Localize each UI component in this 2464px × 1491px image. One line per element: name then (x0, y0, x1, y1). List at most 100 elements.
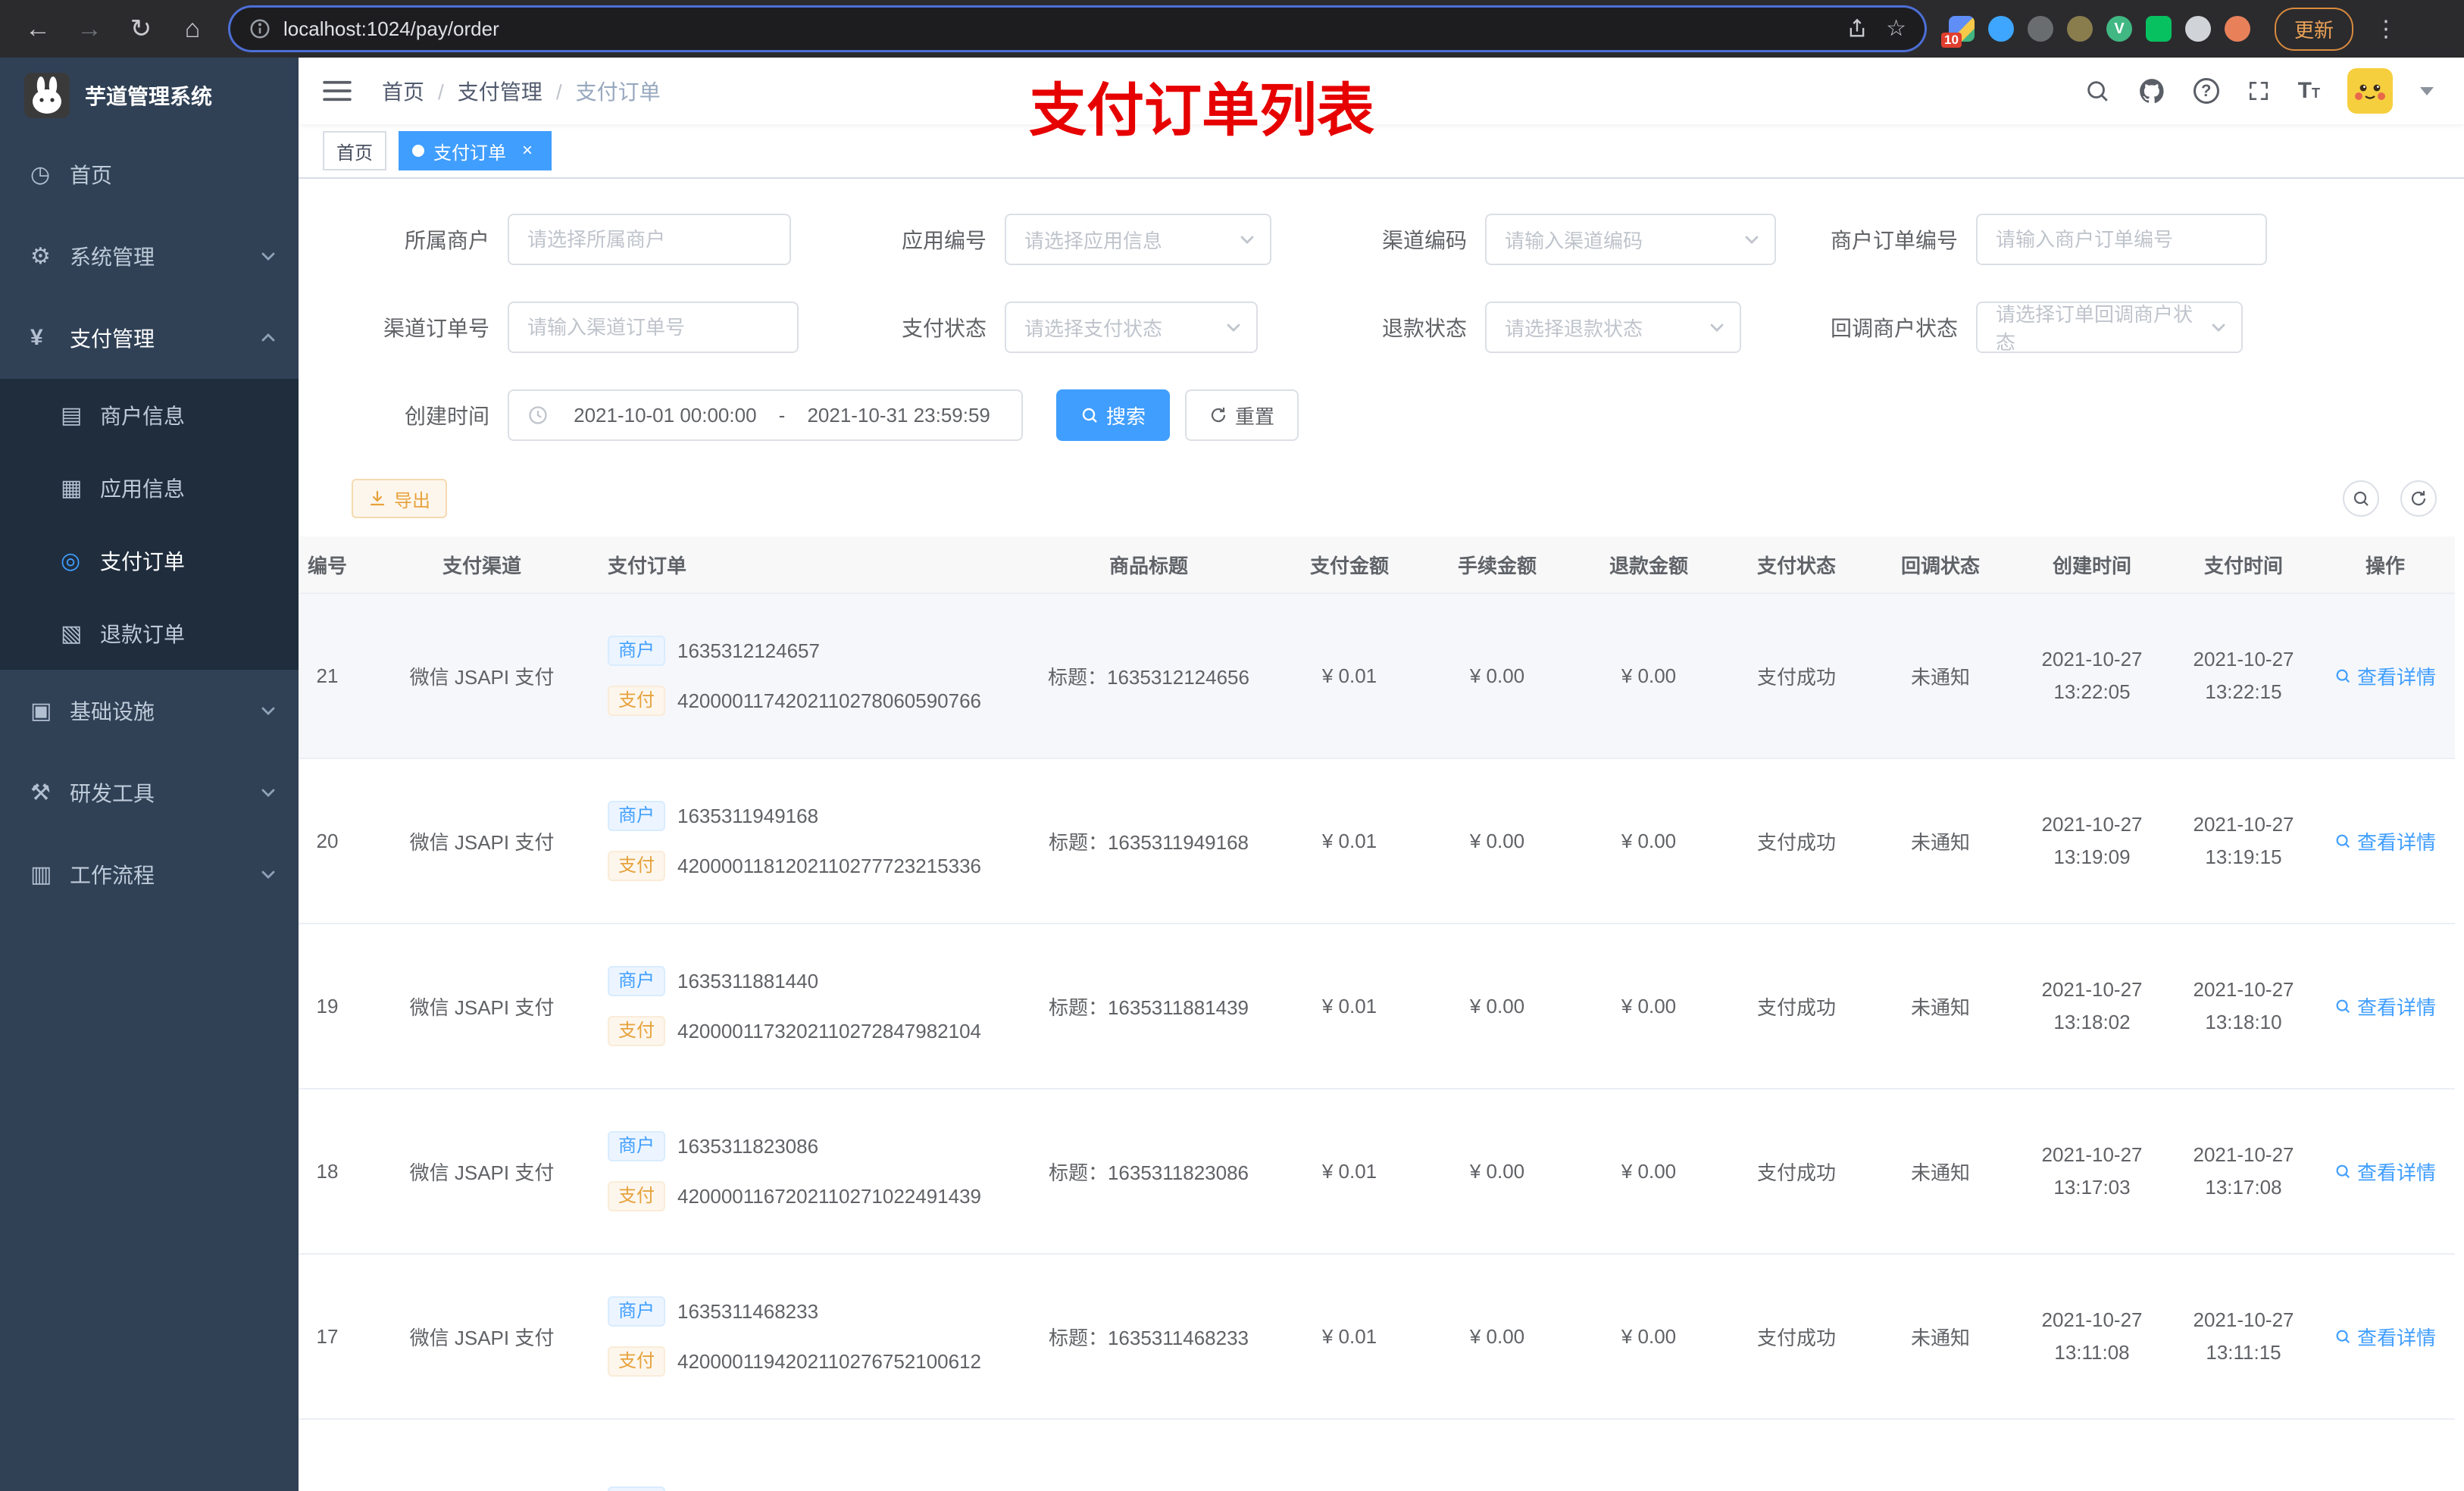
pay-tag: 支付 (608, 1181, 665, 1211)
reset-button[interactable]: 重置 (1185, 389, 1299, 441)
col-header-id: 编号 (307, 554, 347, 577)
yen-icon (30, 325, 67, 351)
sidebar-item-devtools[interactable]: 研发工具 (0, 752, 299, 833)
breadcrumb-pay-order: 支付订单 (543, 76, 661, 106)
bookmark-star-icon[interactable]: ☆ (1886, 17, 1906, 40)
pay-tag: 支付 (608, 1016, 665, 1046)
browser-window: ← → ↻ ⌂ localhost:1024/pay/order ☆ 10 更新… (0, 0, 2464, 1491)
app-no-select[interactable]: 请选择应用信息 (1005, 214, 1271, 265)
share-icon[interactable] (1846, 17, 1868, 40)
view-detail-link[interactable]: 查看详情 (2334, 992, 2436, 1021)
tab-home[interactable]: 首页 (323, 131, 386, 170)
chevron-up-icon (261, 333, 275, 342)
avatar-caret-icon[interactable] (2420, 86, 2434, 95)
puzzle-extension-icon[interactable] (2185, 16, 2211, 42)
forward-icon[interactable]: → (67, 8, 112, 50)
clock-icon (527, 405, 549, 426)
chevron-down-icon (261, 871, 275, 879)
chevron-down-icon (1224, 318, 1243, 336)
merchant-tag: 商户 (608, 966, 665, 996)
sidebar-item-refund-order[interactable]: 退款订单 (0, 597, 299, 670)
view-detail-link[interactable]: 查看详情 (2334, 1158, 2436, 1186)
notify-status-select[interactable]: 请选择订单回调商户状态 (1976, 302, 2243, 354)
col-header-notify: 回调状态 (1900, 554, 1980, 577)
gear-icon (30, 243, 67, 270)
chevron-down-icon (1743, 230, 1761, 248)
sidebar-item-infrastructure[interactable]: 基础设施 (0, 670, 299, 752)
profile-avatar-icon[interactable] (2225, 16, 2250, 42)
view-detail-link[interactable]: 查看详情 (2334, 1323, 2436, 1351)
sidebar-item-pay-order[interactable]: 支付订单 (0, 524, 299, 597)
sidebar-item-app-info[interactable]: 应用信息 (0, 452, 299, 524)
home-icon[interactable]: ⌂ (170, 8, 215, 50)
refund-status-select[interactable]: 请选择退款状态 (1485, 302, 1741, 353)
col-header-pay-time: 支付时间 (2203, 554, 2283, 577)
extension-icon[interactable] (2067, 16, 2093, 42)
sidebar-item-system[interactable]: 系统管理 (0, 215, 299, 297)
search-icon[interactable] (2084, 78, 2110, 104)
help-icon[interactable] (2193, 78, 2219, 104)
app-title: 芋道管理系统 (85, 85, 213, 108)
browser-chrome: ← → ↻ ⌂ localhost:1024/pay/order ☆ 10 更新… (0, 0, 2464, 58)
col-header-amount: 支付金额 (1309, 554, 1389, 577)
search-icon (2336, 669, 2350, 683)
export-button[interactable]: 导出 (352, 479, 447, 518)
extension-icon[interactable] (2028, 16, 2053, 42)
site-info-icon[interactable] (249, 17, 271, 40)
table-row: 20 微信 JSAPI 支付 商户 1635311949168 支付 4200001… (299, 759, 2455, 924)
extension-icon[interactable] (1988, 16, 2014, 42)
col-header-order: 支付订单 (608, 554, 687, 577)
back-icon[interactable]: ← (15, 8, 61, 50)
pay-tag: 支付 (608, 686, 665, 716)
sidebar-item-payment[interactable]: 支付管理 (0, 297, 299, 379)
sidebar: 芋道管理系统 首页 系统管理 支付管理 (0, 58, 299, 1491)
search-icon (2353, 491, 2369, 506)
search-button[interactable]: 搜索 (1056, 389, 1171, 441)
refund-order-icon (61, 620, 97, 647)
user-avatar[interactable] (2347, 68, 2393, 114)
fullscreen-icon[interactable] (2247, 79, 2271, 103)
search-icon (1082, 408, 1097, 423)
browser-update-button[interactable]: 更新 (2275, 7, 2354, 51)
sidebar-item-home[interactable]: 首页 (0, 133, 299, 215)
sidebar-item-merchant-info[interactable]: 商户信息 (0, 379, 299, 452)
create-time-range[interactable]: 2021-10-01 00:00:00 - 2021-10-31 23:59:5… (508, 389, 1023, 441)
extension-icon[interactable] (2146, 16, 2172, 42)
github-icon[interactable] (2137, 77, 2166, 105)
search-icon (2336, 834, 2350, 849)
view-detail-link[interactable]: 查看详情 (2334, 827, 2436, 855)
merchant-select-input[interactable] (508, 214, 791, 265)
toggle-search-button[interactable] (2343, 480, 2379, 517)
reload-icon[interactable]: ↻ (118, 8, 164, 50)
extension-icon[interactable]: 10 (1941, 16, 1975, 48)
dev-tools-icon (30, 780, 67, 806)
url-text: localhost:1024/pay/order (283, 17, 499, 40)
address-bar[interactable]: localhost:1024/pay/order ☆ (230, 8, 1925, 50)
table-row-partial: 商户1635311457864 (299, 1420, 2455, 1491)
channel-code-select[interactable]: 请输入渠道编码 (1485, 214, 1776, 265)
channel-order-no-input[interactable] (508, 302, 799, 353)
browser-menu-icon[interactable]: ⋮ (2366, 16, 2406, 42)
tags-view: 首页 支付订单 (299, 124, 2464, 179)
refresh-icon (1211, 408, 1226, 423)
breadcrumb-pay-manage[interactable]: 支付管理 (424, 76, 543, 106)
merchant-order-no-input[interactable] (1976, 214, 2267, 265)
pay-tag: 支付 (608, 1346, 665, 1377)
breadcrumb: 首页 支付管理 支付订单 (382, 76, 661, 106)
hamburger-icon[interactable] (323, 80, 352, 102)
breadcrumb-home[interactable]: 首页 (382, 76, 424, 106)
tab-close-icon[interactable] (517, 140, 538, 161)
pay-status-select[interactable]: 请选择支付状态 (1005, 302, 1258, 353)
view-detail-link[interactable]: 查看详情 (2334, 662, 2436, 690)
sidebar-item-workflow[interactable]: 工作流程 (0, 833, 299, 915)
table-toolbar: 导出 (299, 479, 2464, 518)
merchant-card-icon (61, 402, 97, 429)
font-size-icon[interactable] (2298, 78, 2320, 104)
vue-devtools-icon[interactable] (2106, 16, 2132, 42)
active-tab-dot (412, 145, 424, 157)
tab-pay-order[interactable]: 支付订单 (399, 131, 552, 170)
chevron-down-icon (2209, 318, 2228, 336)
col-header-refund: 退款金额 (1609, 554, 1688, 577)
refresh-button[interactable] (2400, 480, 2437, 517)
download-icon (370, 490, 385, 506)
